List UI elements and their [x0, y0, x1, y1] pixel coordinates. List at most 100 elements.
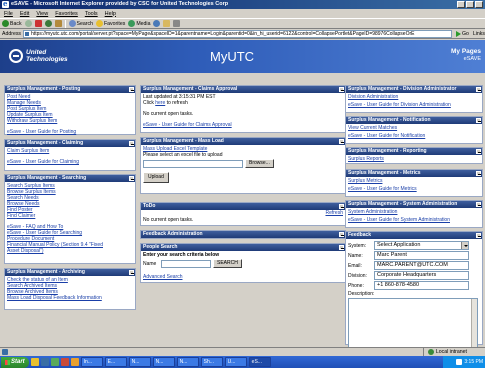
link-asset-disposal[interactable]: Asset Disposal"): [7, 248, 133, 254]
textarea-scrollbar[interactable]: [471, 299, 477, 347]
people-search-button[interactable]: SEARCH: [213, 259, 242, 268]
task-button[interactable]: E...: [104, 357, 127, 367]
my-pages-menu[interactable]: My Pages eSAVE: [451, 48, 481, 63]
menu-tools[interactable]: Tools: [85, 11, 98, 17]
collapse-icon[interactable]: [476, 171, 481, 176]
media-label: Media: [136, 20, 151, 27]
collapse-icon[interactable]: [129, 141, 134, 146]
utc-logo[interactable]: United Technologies: [9, 49, 68, 63]
collapse-icon[interactable]: [339, 139, 344, 144]
portlet-searching: Surplus Management - Searching Search Su…: [4, 174, 136, 264]
browse-button[interactable]: Browse...: [245, 159, 274, 168]
menu-help[interactable]: Help: [105, 11, 116, 17]
portlet-claims-approval: Surplus Management - Claims Approval Las…: [140, 85, 346, 133]
portlet-system-admin: Surplus Management - System Administrati…: [345, 200, 483, 228]
collapse-icon[interactable]: [476, 233, 481, 238]
task-button[interactable]: N...: [128, 357, 151, 367]
menu-edit[interactable]: Edit: [20, 11, 29, 17]
tray-network-icon[interactable]: [456, 359, 463, 365]
link-guide-posting[interactable]: eSave - User Guide for Posting: [7, 129, 133, 135]
forward-button[interactable]: [24, 20, 32, 27]
refresh-here-link[interactable]: here: [155, 100, 165, 106]
link-guide-metrics[interactable]: eSave - User Guide for Metrics: [348, 186, 480, 192]
advanced-search-link[interactable]: Advanced Search: [143, 274, 343, 280]
search-button[interactable]: Search: [68, 20, 93, 27]
media-button[interactable]: Media: [128, 20, 150, 27]
link-guide-notification[interactable]: eSave - User Guide for Notification: [348, 133, 480, 139]
portlet-title: ToDo: [141, 203, 345, 210]
quicklaunch-folder-icon[interactable]: [30, 358, 39, 366]
link-guide-division-admin[interactable]: eSave - User Guide for Division Administ…: [348, 102, 480, 108]
task-button[interactable]: N...: [176, 357, 199, 367]
zone-label: Local intranet: [435, 349, 467, 355]
favorites-button[interactable]: Favorites: [95, 20, 125, 27]
collapse-icon[interactable]: [476, 118, 481, 123]
media-icon: [128, 20, 136, 27]
system-select[interactable]: Select Application: [374, 241, 469, 250]
close-button[interactable]: [475, 1, 483, 8]
task-button[interactable]: U...: [224, 357, 247, 367]
link-guide-claiming[interactable]: eSave - User Guide for Claiming: [7, 159, 133, 165]
portlet-claiming: Surplus Management - Claiming Claim Surp…: [4, 139, 136, 171]
refresh-button[interactable]: [44, 20, 52, 27]
portlet-title: Surplus Management - Posting: [5, 86, 135, 93]
menu-file[interactable]: File: [4, 11, 13, 17]
upload-button[interactable]: Upload: [143, 172, 169, 183]
quicklaunch-app-icon[interactable]: [60, 358, 69, 366]
address-input[interactable]: https://myutc.utc.com/portal/server.pt?s…: [23, 29, 452, 38]
menu-view[interactable]: View: [36, 11, 48, 17]
go-button[interactable]: Go: [454, 30, 471, 37]
quicklaunch-desktop-icon[interactable]: [50, 358, 59, 366]
collapse-icon[interactable]: [476, 87, 481, 92]
feedback-description-textarea[interactable]: [348, 298, 478, 348]
feedback-name-field[interactable]: Marc Parent: [374, 251, 469, 260]
link-mass-load-feedback[interactable]: Mass Load Disposal Feedback Information: [7, 295, 133, 301]
collapse-icon[interactable]: [129, 270, 134, 275]
history-button[interactable]: [153, 20, 161, 27]
portlet-division-admin: Surplus Management - Division Administra…: [345, 85, 483, 113]
collapse-icon[interactable]: [476, 202, 481, 207]
collapse-icon[interactable]: [129, 87, 134, 92]
task-button-active[interactable]: eS...: [248, 357, 271, 367]
print-button[interactable]: [173, 20, 181, 27]
mail-button[interactable]: [163, 20, 171, 27]
quicklaunch-mail-icon[interactable]: [70, 358, 79, 366]
todo-refresh-link[interactable]: Refresh: [325, 210, 343, 216]
file-path-input[interactable]: [143, 159, 243, 168]
link-guide-system-admin[interactable]: eSave - User Guide for System Administra…: [348, 217, 480, 223]
collapse-icon[interactable]: [339, 232, 344, 237]
feedback-email-field[interactable]: MARC.PARENT@UTC.COM: [374, 261, 469, 270]
refresh-icon: [44, 20, 52, 27]
portlet-title-text: Surplus Management - Reporting: [348, 148, 427, 154]
links-button[interactable]: Links: [473, 31, 485, 37]
maximize-button[interactable]: [466, 1, 474, 8]
system-tray: 3:15 PM: [443, 356, 485, 368]
portlet-feedback: Feedback System: Select Application Name…: [345, 231, 483, 348]
quicklaunch-ie-icon[interactable]: [40, 358, 49, 366]
collapse-icon[interactable]: [129, 176, 134, 181]
collapse-icon[interactable]: [339, 87, 344, 92]
feedback-phone-field[interactable]: +1 860-878-4580: [374, 281, 469, 290]
task-button[interactable]: In...: [80, 357, 103, 367]
link-guide-claims-approval[interactable]: eSave - User Guide for Claims Approval: [143, 122, 343, 128]
stop-button[interactable]: [34, 20, 42, 27]
collapse-icon[interactable]: [339, 204, 344, 209]
portlet-notification: Surplus Management - Notification View C…: [345, 116, 483, 144]
intranet-icon: [427, 349, 434, 355]
logo-line-1: United: [26, 49, 47, 56]
home-button[interactable]: [54, 20, 62, 27]
menu-bar: File Edit View Favorites Tools Help: [0, 9, 485, 18]
feedback-division-field[interactable]: Corporate Headquarters: [374, 271, 469, 280]
minimize-button[interactable]: [457, 1, 465, 8]
start-button[interactable]: Start: [1, 356, 29, 368]
portlet-title-text: Feedback Administration: [143, 231, 203, 237]
people-name-input[interactable]: [161, 259, 211, 268]
menu-favorites[interactable]: Favorites: [55, 11, 78, 17]
collapse-icon[interactable]: [476, 149, 481, 154]
back-button[interactable]: Back: [2, 20, 22, 27]
task-button[interactable]: N...: [152, 357, 175, 367]
task-button[interactable]: Sh...: [200, 357, 223, 367]
link-surplus-reports[interactable]: Surplus Reports: [348, 156, 480, 162]
refresh-suffix: to refresh: [165, 100, 188, 106]
collapse-icon[interactable]: [339, 245, 344, 250]
